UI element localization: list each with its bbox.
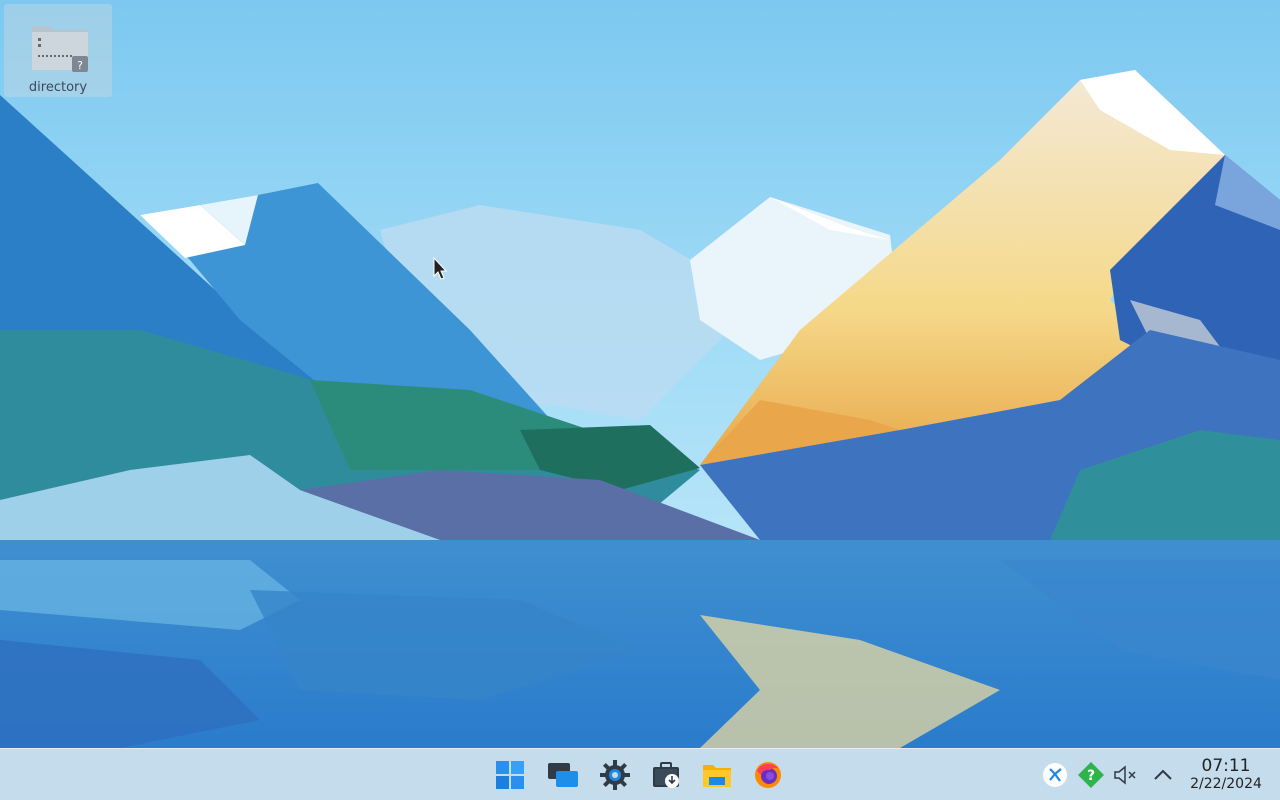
desktop-icon-label: directory [28,80,88,95]
start-menu-button[interactable] [488,749,532,800]
task-view-icon [548,763,578,787]
software-center-button[interactable] [644,749,688,800]
software-store-icon [653,762,679,788]
clock[interactable]: 07:11 2/22/2024 [1180,749,1272,800]
unknown-folder-icon: ? [32,26,88,72]
tray-kde-connect[interactable] [1040,749,1070,800]
gear-icon [600,760,630,790]
task-view-button[interactable] [541,749,585,800]
svg-text:?: ? [1087,768,1095,784]
tray-show-hidden[interactable] [1148,749,1178,800]
folder-icon [703,765,731,787]
desktop[interactable]: ? directory ? 07:11 2/22/2024 [0,0,1280,800]
volume-muted-icon [1114,765,1136,785]
clock-time: 07:11 [1201,756,1251,776]
file-manager-button[interactable] [695,749,739,800]
help-diamond-icon: ? [1078,762,1104,788]
svg-text:?: ? [77,59,83,72]
tray-volume[interactable] [1111,749,1141,800]
mouse-cursor-icon [433,257,448,280]
clock-date: 2/22/2024 [1190,776,1262,792]
tray-updates[interactable]: ? [1076,749,1106,800]
settings-button[interactable] [593,749,637,800]
firefox-icon [755,762,781,788]
wallpaper [0,0,1280,748]
kde-icon [1043,763,1067,787]
firefox-button[interactable] [746,749,790,800]
taskbar: ? 07:11 2/22/2024 [0,748,1280,800]
desktop-icon-directory[interactable]: ? directory [4,4,112,97]
windows-start-icon [496,761,524,789]
chevron-up-icon [1154,769,1172,780]
